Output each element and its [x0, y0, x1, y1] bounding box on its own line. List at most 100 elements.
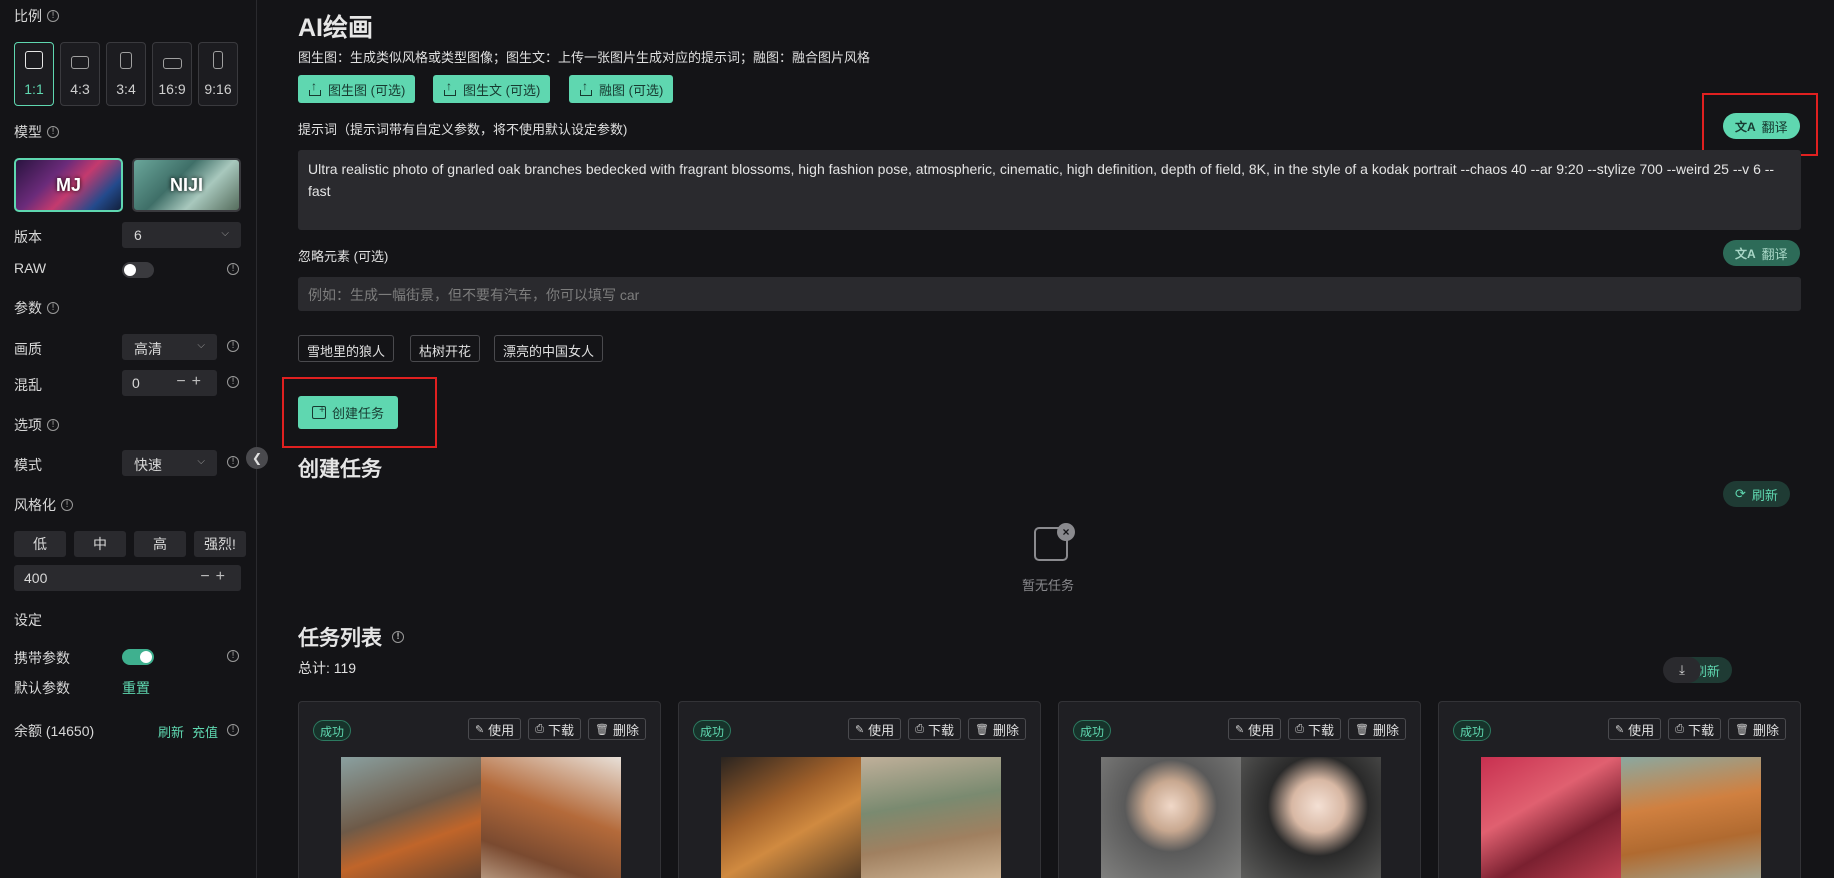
img2img-label: 图生图 (可选) [328, 82, 406, 98]
translate-label: 翻译 [1761, 119, 1788, 135]
carry-params-toggle[interactable] [122, 649, 154, 665]
info-icon[interactable]: ! [47, 126, 59, 138]
use-button[interactable]: ✎ 使用 [1607, 718, 1662, 740]
main-panel: AI绘画 图生图：生成类似风格或类型图像；图生文：上传一张图片生成对应的提示词；… [257, 0, 1834, 878]
use-button[interactable]: ✎ 使用 [847, 718, 902, 740]
tall-portrait-icon [213, 51, 223, 69]
status-badge: 成功 [1073, 720, 1112, 741]
info-icon[interactable]: ! [227, 724, 239, 736]
ratio-label-1-1: 1:1 [24, 81, 44, 97]
use-icon: ✎ [1234, 723, 1245, 736]
minus-plus-icons[interactable]: −+ [200, 568, 231, 586]
task-image[interactable] [1481, 757, 1761, 878]
info-icon[interactable]: ! [47, 419, 59, 431]
ratio-option-4-3[interactable]: 4:3 [60, 42, 100, 106]
raw-toggle[interactable] [122, 262, 154, 278]
model-options: MJ NIJI [14, 158, 241, 212]
version-select[interactable]: 6 ⌵ [122, 222, 241, 248]
use-button[interactable]: ✎ 使用 [1227, 718, 1282, 740]
ratio-option-9-16[interactable]: 9:16 [198, 42, 238, 106]
refresh-tasks-button[interactable]: ⟳ 刷新 [1723, 481, 1790, 507]
task-list-title: 任务列表 [298, 627, 382, 650]
ratio-option-1-1[interactable]: 1:1 [14, 42, 54, 106]
download-label: 下载 [928, 722, 955, 738]
task-card: 成功 ✎ 使用 ⎙ 下载 🗑 删除 [1438, 701, 1801, 878]
task-image[interactable] [341, 757, 621, 878]
prompt-tag[interactable]: 枯树开花 [410, 335, 481, 362]
info-icon[interactable]: ! [227, 376, 239, 388]
refresh-balance-link[interactable]: 刷新 [158, 722, 184, 741]
version-value: 6 [134, 227, 142, 243]
download-button[interactable]: ⎙ 下载 [908, 718, 962, 740]
model-option-mj[interactable]: MJ [14, 158, 123, 212]
stylize-strong-button[interactable]: 强烈! [194, 531, 246, 557]
delete-button[interactable]: 🗑 删除 [1348, 718, 1406, 740]
download-button[interactable]: ⎙ 下载 [528, 718, 582, 740]
quality-select[interactable]: 高清 ⌵ [122, 334, 217, 360]
delete-button[interactable]: 🗑 删除 [588, 718, 646, 740]
translate-negative-button[interactable]: 文A 翻译 [1723, 240, 1800, 266]
translate-prompt-button[interactable]: 文A 翻译 [1723, 113, 1800, 139]
download-all-button[interactable]: ⤓ [1663, 657, 1701, 683]
reset-link[interactable]: 重置 [122, 678, 150, 698]
img2img-upload-button[interactable]: 图生图 (可选) [298, 75, 416, 103]
task-image[interactable] [721, 757, 1001, 878]
chevron-down-icon: ⌵ [197, 456, 205, 467]
download-button[interactable]: ⎙ 下载 [1668, 718, 1722, 740]
model-mj-label: MJ [55, 174, 81, 195]
create-task-button[interactable]: + 创建任务 [298, 396, 399, 429]
info-icon[interactable]: ! [392, 631, 404, 643]
page-title: AI绘画 [298, 14, 374, 42]
recharge-link[interactable]: 充值 [192, 722, 218, 741]
info-icon[interactable]: ! [227, 650, 239, 662]
delete-button[interactable]: 🗑 删除 [968, 718, 1026, 740]
stylize-label: 风格化 [14, 497, 56, 513]
prompt-tag[interactable]: 漂亮的中国女人 [494, 335, 604, 362]
info-icon[interactable]: ! [47, 302, 59, 314]
chaos-stepper[interactable]: 0 −+ [122, 370, 217, 396]
ratio-label-4-3: 4:3 [70, 81, 90, 97]
img2text-upload-button[interactable]: 图生文 (可选) [433, 75, 551, 103]
info-icon[interactable]: ! [47, 10, 59, 22]
ratio-option-16-9[interactable]: 16:9 [152, 42, 192, 106]
model-option-niji[interactable]: NIJI [132, 158, 241, 212]
ratio-option-3-4[interactable]: 3:4 [106, 42, 146, 106]
stylize-label-row: 风格化 ! [14, 495, 73, 515]
prompt-textarea[interactable]: Ultra realistic photo of gnarled oak bra… [298, 150, 1801, 230]
empty-text: 暂无任务 [1022, 578, 1075, 593]
delete-button[interactable]: 🗑 删除 [1728, 718, 1786, 740]
mode-select[interactable]: 快速 ⌵ [122, 450, 217, 476]
task-card: 成功 ✎ 使用 ⎙ 下载 🗑 删除 [1058, 701, 1421, 878]
info-icon[interactable]: ! [61, 499, 73, 511]
stylize-presets: 低 中 高 强烈! [14, 531, 246, 557]
chevron-down-icon: ⌵ [197, 340, 205, 351]
translate-label: 翻译 [1761, 246, 1788, 262]
task-image[interactable] [1101, 757, 1381, 878]
blend-upload-button[interactable]: 融图 (可选) [569, 75, 674, 103]
create-task-label: 创建任务 [332, 406, 385, 421]
card-actions: ✎ 使用 ⎙ 下载 🗑 删除 [1607, 718, 1786, 740]
quality-value: 高清 [134, 341, 162, 357]
download-button[interactable]: ⎙ 下载 [1288, 718, 1342, 740]
stylize-medium-button[interactable]: 中 [74, 531, 126, 557]
use-button[interactable]: ✎ 使用 [467, 718, 522, 740]
delete-icon: 🗑 [595, 723, 609, 736]
info-icon[interactable]: ! [227, 456, 239, 468]
stylize-low-button[interactable]: 低 [14, 531, 66, 557]
widescreen-icon [162, 58, 182, 69]
delete-icon: 🗑 [975, 723, 989, 736]
stylize-value: 400 [24, 570, 48, 586]
info-icon[interactable]: ! [227, 340, 239, 352]
info-icon[interactable]: ! [227, 263, 239, 275]
toggle-knob [124, 264, 136, 276]
negative-input[interactable]: 例如：生成一幅街景，但不要有汽车，你可以填写 car [298, 277, 1801, 311]
prompt-tag[interactable]: 雪地里的狼人 [298, 335, 395, 362]
use-icon: ✎ [1614, 723, 1625, 736]
delete-icon: 🗑 [1355, 723, 1369, 736]
stylize-stepper[interactable]: 400 −+ [14, 565, 241, 591]
chaos-label: 混乱 [14, 377, 42, 393]
stylize-high-button[interactable]: 高 [134, 531, 186, 557]
minus-plus-icons[interactable]: −+ [176, 373, 207, 391]
mode-label: 模式 [14, 457, 42, 473]
negative-label: 忽略元素 (可选) [298, 249, 389, 264]
